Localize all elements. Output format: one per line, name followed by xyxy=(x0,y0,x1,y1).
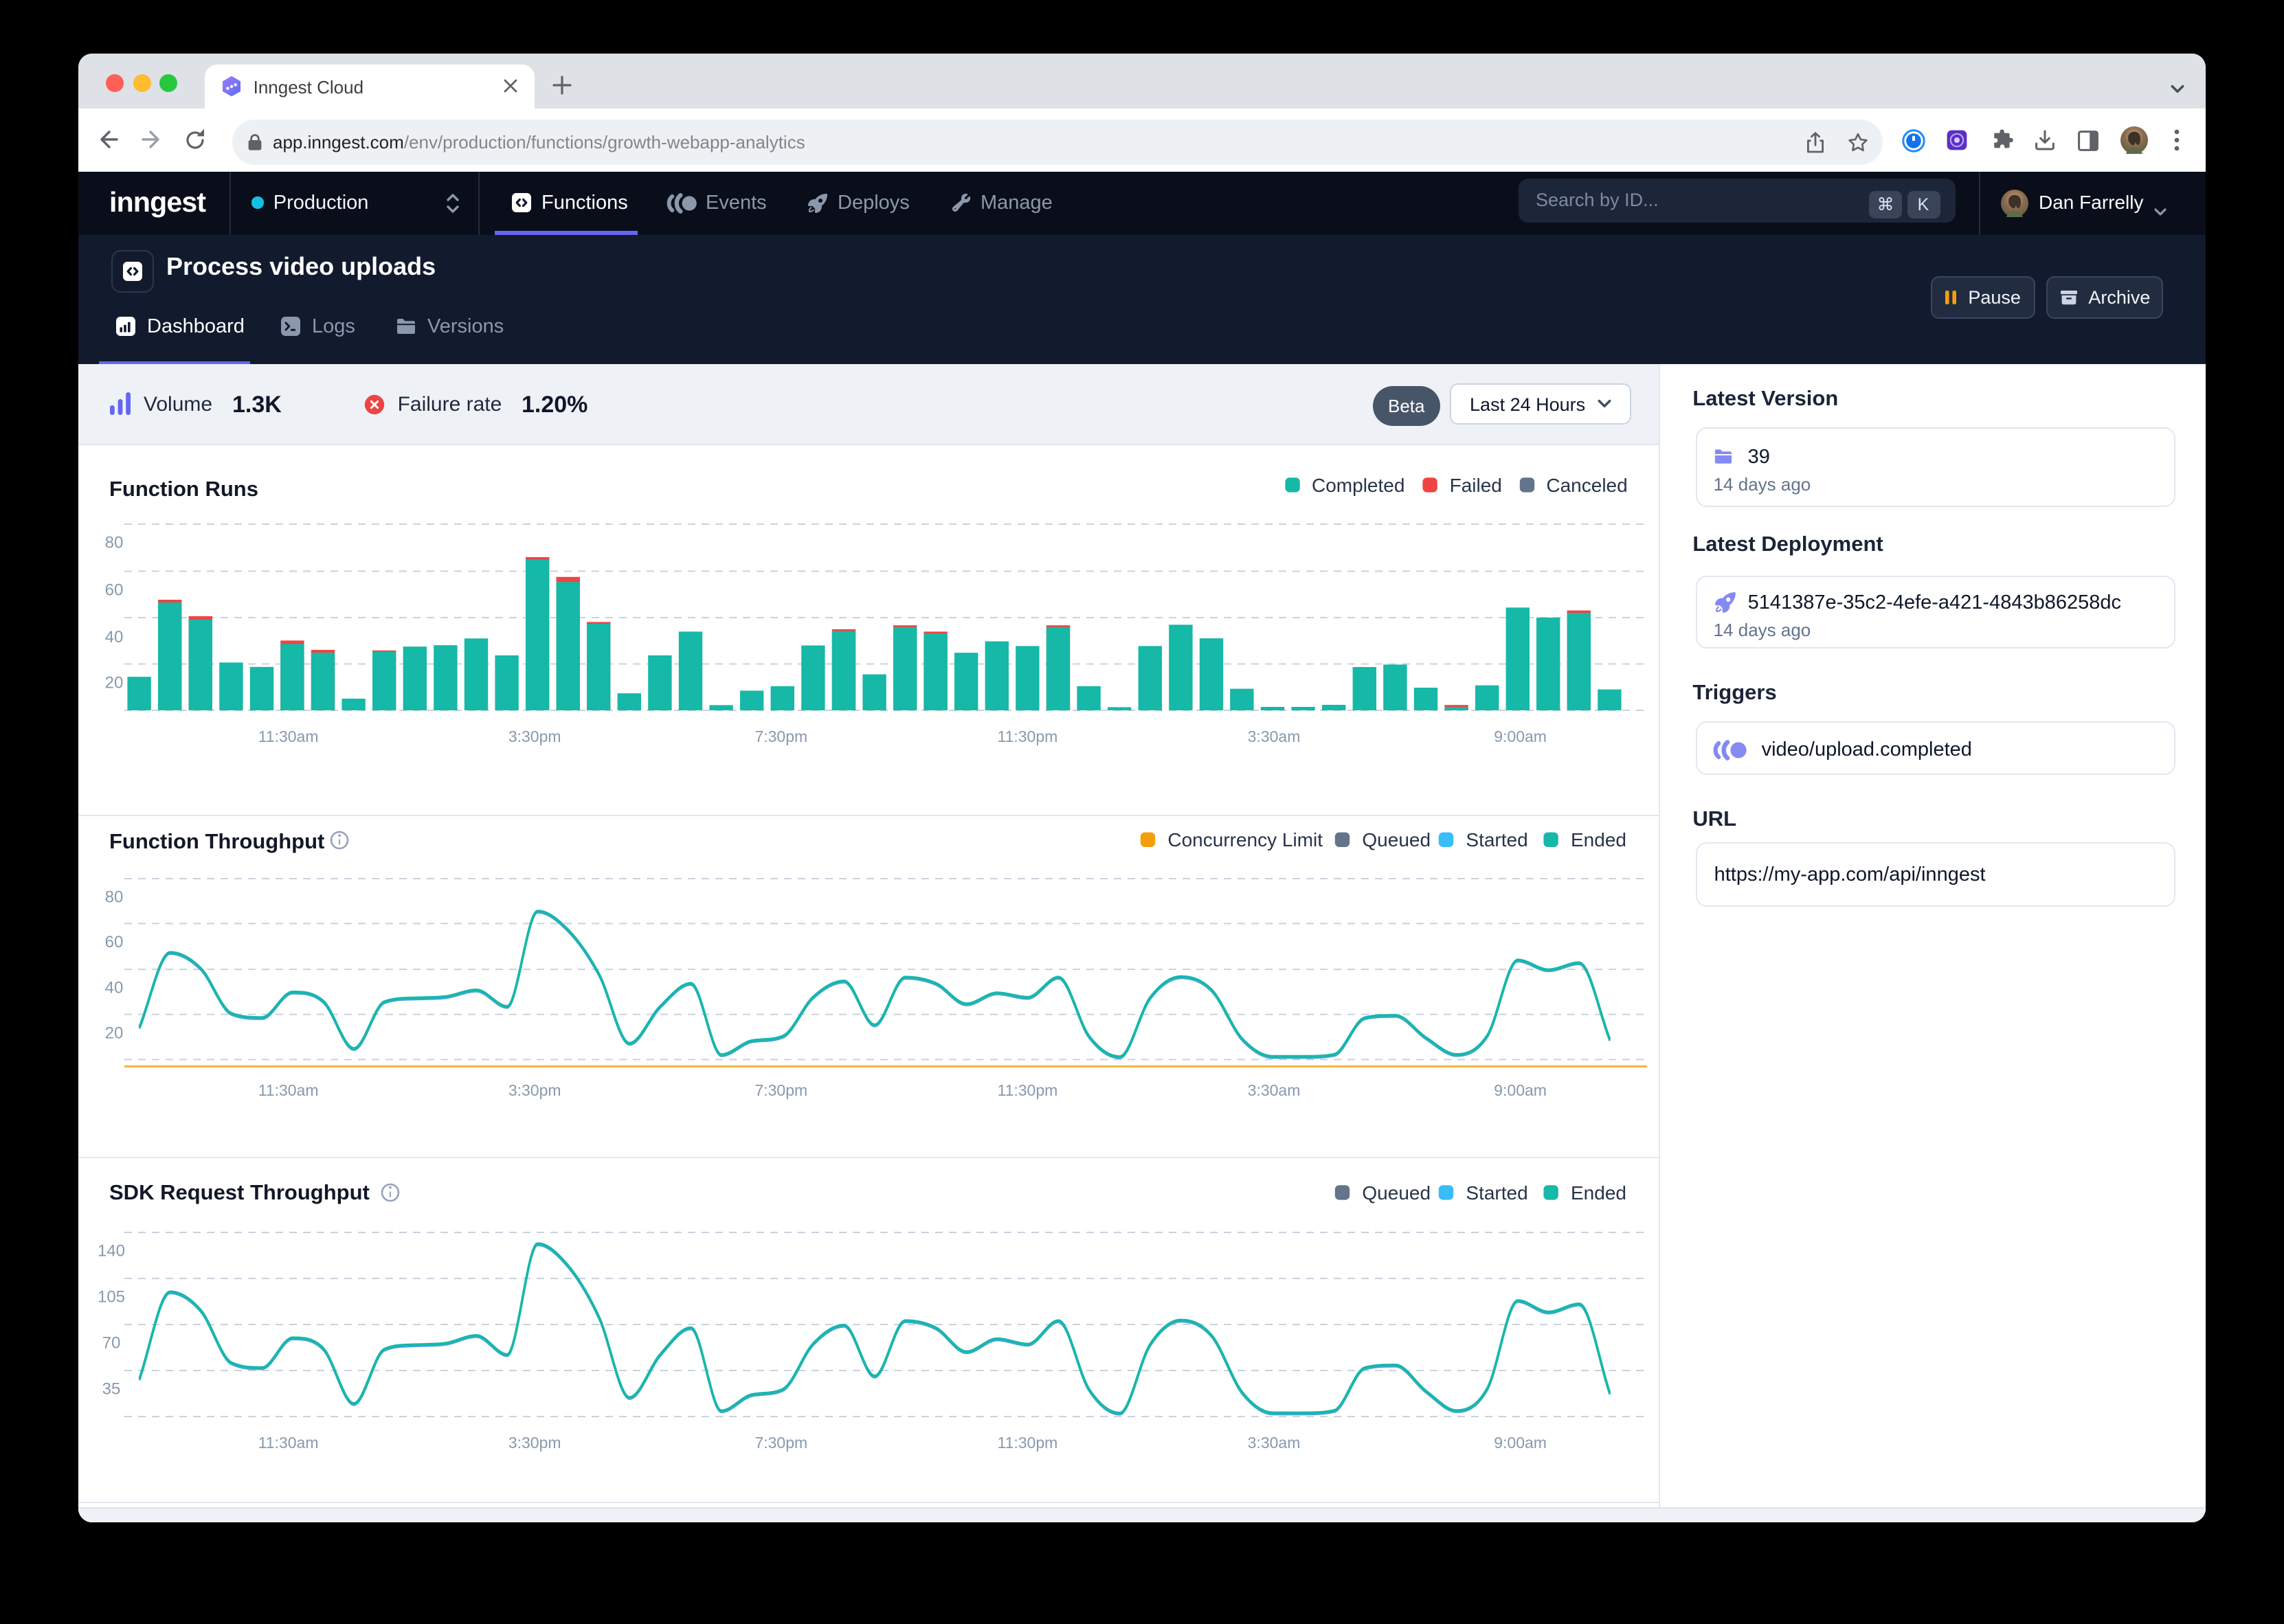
svg-text:3:30am: 3:30am xyxy=(1247,1434,1300,1452)
svg-text:Canceled: Canceled xyxy=(1545,475,1626,496)
svg-text:3:30am: 3:30am xyxy=(1247,1081,1300,1098)
svg-text:Queued: Queued xyxy=(1361,1182,1430,1204)
svg-text:7:30pm: 7:30pm xyxy=(754,1434,807,1452)
svg-text:20: 20 xyxy=(104,673,123,692)
svg-text:Function Throughput: Function Throughput xyxy=(109,828,324,853)
svg-text:140: 140 xyxy=(97,1241,124,1260)
svg-text:40: 40 xyxy=(104,978,123,996)
svg-text:70: 70 xyxy=(102,1333,120,1352)
svg-text:11:30am: 11:30am xyxy=(258,1081,318,1098)
svg-text:80: 80 xyxy=(104,887,123,905)
svg-text:60: 60 xyxy=(104,932,123,951)
svg-text:Ended: Ended xyxy=(1570,1182,1626,1204)
svg-text:9:00am: 9:00am xyxy=(1493,1081,1546,1098)
svg-text:35: 35 xyxy=(102,1379,120,1398)
svg-text:9:00am: 9:00am xyxy=(1493,1434,1546,1452)
svg-text:11:30pm: 11:30pm xyxy=(996,728,1057,745)
svg-text:SDK Request Throughput: SDK Request Throughput xyxy=(109,1180,369,1204)
svg-text:Concurrency Limit: Concurrency Limit xyxy=(1167,828,1322,850)
svg-text:Started: Started xyxy=(1465,1182,1527,1204)
svg-text:40: 40 xyxy=(104,628,123,646)
svg-text:20: 20 xyxy=(104,1024,123,1042)
svg-text:11:30pm: 11:30pm xyxy=(996,1081,1057,1098)
svg-text:Completed: Completed xyxy=(1311,475,1404,496)
svg-text:3:30pm: 3:30pm xyxy=(508,1081,561,1098)
svg-text:3:30pm: 3:30pm xyxy=(508,728,561,745)
svg-text:Queued: Queued xyxy=(1361,828,1430,850)
svg-text:9:00am: 9:00am xyxy=(1493,728,1546,745)
svg-text:3:30pm: 3:30pm xyxy=(508,1434,561,1452)
svg-text:3:30am: 3:30am xyxy=(1247,728,1300,745)
svg-text:Started: Started xyxy=(1465,828,1527,850)
svg-text:11:30pm: 11:30pm xyxy=(996,1434,1057,1452)
svg-text:60: 60 xyxy=(104,580,123,599)
svg-text:11:30am: 11:30am xyxy=(258,728,318,745)
svg-text:105: 105 xyxy=(97,1287,124,1306)
svg-text:80: 80 xyxy=(104,533,123,552)
svg-text:Function Runs: Function Runs xyxy=(109,477,258,501)
svg-text:7:30pm: 7:30pm xyxy=(754,728,807,745)
svg-text:Ended: Ended xyxy=(1570,828,1626,850)
svg-text:11:30am: 11:30am xyxy=(258,1434,318,1452)
svg-text:Failed: Failed xyxy=(1449,475,1501,496)
svg-text:7:30pm: 7:30pm xyxy=(754,1081,807,1098)
